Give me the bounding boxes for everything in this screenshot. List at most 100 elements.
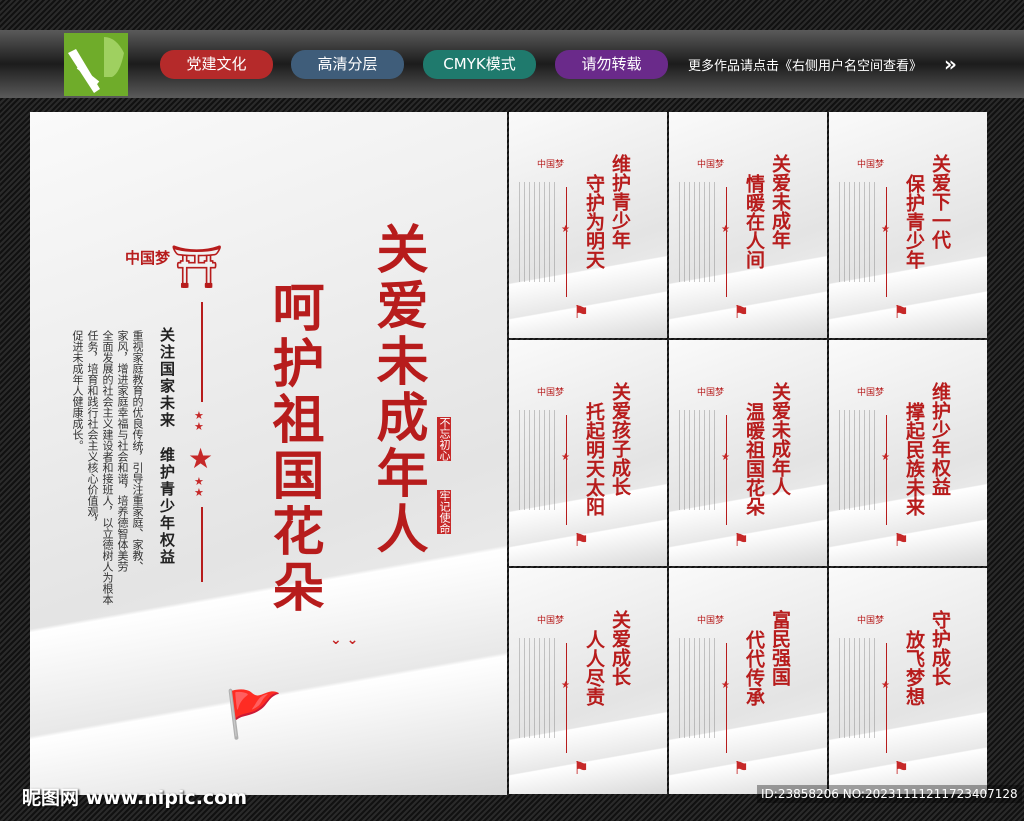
divider-line <box>726 187 727 297</box>
marching-figures-icon: ⚑ <box>893 302 910 323</box>
star-icon: ★ <box>881 452 890 463</box>
star-icon: ★ <box>721 680 730 691</box>
mini-poster: 关爱未成年 情暖在人间 中国梦 ★ ⚑ <box>669 112 827 338</box>
body-line: 促进未成年人健康成长。 <box>71 330 84 451</box>
tiananmen-ribbon-icon: ⛩ <box>170 242 224 291</box>
main-title-line1: 关爱未成年人 <box>367 222 428 558</box>
body-text-block <box>519 182 559 282</box>
divider-line <box>566 643 567 753</box>
mini-title-line1: 富民强国 <box>769 610 791 686</box>
marching-figures-icon: ⚑ <box>733 530 750 551</box>
mini-poster: 关爱成长 人人尽责 中国梦 ★ ⚑ <box>509 568 667 794</box>
marching-figures-icon: ⚑ <box>893 530 910 551</box>
mini-title-line1: 关爱未成年人 <box>769 382 791 496</box>
subtitle-line2: 维护青少年权益 <box>158 447 176 566</box>
image-id-label: ID:23858206 NO:20231111211723407128 <box>757 785 1022 803</box>
mini-poster: 维护青少年 守护为明天 中国梦 ★ ⚑ <box>509 112 667 338</box>
mini-poster: 维护少年权益 撑起民族未来 中国梦 ★ ⚑ <box>829 340 987 566</box>
double-chevron-right-icon[interactable]: » <box>944 52 957 76</box>
star-icon: ★ <box>881 680 890 691</box>
marching-figures-icon: ⚑ <box>733 302 750 323</box>
star-icon: ★ <box>721 452 730 463</box>
china-dream-logo: 中国梦 <box>125 249 171 267</box>
china-dream-logo-icon: 中国梦 <box>537 160 565 170</box>
body-text-block <box>519 410 559 510</box>
star-icon: ★ ★ <box>194 475 204 499</box>
mini-title-line2: 保护青少年 <box>903 174 925 269</box>
mini-title-line2: 托起明天太阳 <box>583 402 605 516</box>
mini-title-line1: 守护成长 <box>929 610 951 686</box>
corel-logo-icon <box>64 33 128 96</box>
star-icon: ★ <box>561 452 570 463</box>
divider-line <box>886 643 887 753</box>
marching-figures-icon: ⚑ <box>573 530 590 551</box>
tag-cmyk: CMYK模式 <box>423 50 536 79</box>
china-dream-logo-icon: 中国梦 <box>697 388 725 398</box>
star-icon: ★ <box>561 680 570 691</box>
china-dream-logo-icon: 中国梦 <box>697 160 725 170</box>
mini-title-line1: 维护少年权益 <box>929 382 951 496</box>
china-dream-logo-icon: 中国梦 <box>537 388 565 398</box>
body-text-block <box>839 410 879 510</box>
tag-hd-layers: 高清分层 <box>291 50 404 79</box>
tag-party-culture: 党建文化 <box>160 50 273 79</box>
mini-poster: 关爱下一代 保护青少年 中国梦 ★ ⚑ <box>829 112 987 338</box>
big-star-icon: ★ <box>188 442 214 475</box>
china-dream-logo-icon: 中国梦 <box>857 388 885 398</box>
body-line: 重视家庭教育的优良传统，引导注重家庭、家教、 <box>131 330 144 572</box>
body-line: 任务，培育和践行社会主义核心价值观， <box>86 330 99 528</box>
mini-title-line2: 守护为明天 <box>583 174 605 269</box>
mini-poster: 守护成长 放飞梦想 中国梦 ★ ⚑ <box>829 568 987 794</box>
mini-poster: 富民强国 代代传承 中国梦 ★ ⚑ <box>669 568 827 794</box>
divider-line <box>201 302 203 402</box>
mini-title-line2: 温暖祖国花朵 <box>743 402 765 516</box>
mini-title-line1: 维护青少年 <box>609 154 631 249</box>
body-text-block <box>679 410 719 510</box>
body-text-block <box>839 638 879 738</box>
marching-figures-icon: ⚑ <box>573 758 590 779</box>
star-icon: ★ <box>881 224 890 235</box>
mini-title-line1: 关爱下一代 <box>929 154 951 249</box>
mini-title-line2: 人人尽责 <box>583 630 605 706</box>
marching-figures-icon: ⚑ <box>893 758 910 779</box>
divider-line <box>726 415 727 525</box>
body-paragraph: 重视家庭教育的优良传统，引导注重家庭、家教、 家风，增进家庭幸福与社会和谐，培养… <box>70 330 145 660</box>
nipic-watermark: 昵图网 www.nipic.com <box>22 787 248 809</box>
star-icon: ★ <box>561 224 570 235</box>
china-dream-logo-icon: 中国梦 <box>537 616 565 626</box>
seal-remember-mission: 牢记使命 <box>437 490 451 534</box>
china-dream-logo-icon: 中国梦 <box>857 160 885 170</box>
body-text-block <box>679 638 719 738</box>
divider-line <box>566 415 567 525</box>
mini-title-line1: 关爱未成年 <box>769 154 791 249</box>
marching-figures-icon: ⚑ <box>733 758 750 779</box>
mini-title-line1: 关爱成长 <box>609 610 631 686</box>
divider-line <box>886 415 887 525</box>
seal-stay-true: 不忘初心 <box>437 417 451 461</box>
marching-figures-icon: 🚩 <box>225 687 283 741</box>
star-icon: ★ <box>721 224 730 235</box>
body-line: 家风，增进家庭幸福与社会和谐，培养德智体美劳 <box>116 330 129 572</box>
main-poster: 关爱未成年人 呵护祖国花朵 中国梦 ⛩ ★ ★ ★ ★ ★ 关注国家未来 维护青少年… <box>30 112 507 795</box>
mini-title-line2: 撑起民族未来 <box>903 402 925 516</box>
body-text-block <box>519 638 559 738</box>
mini-title-line1: 关爱孩子成长 <box>609 382 631 496</box>
body-text-block <box>839 182 879 282</box>
marching-figures-icon: ⚑ <box>573 302 590 323</box>
divider-line <box>886 187 887 297</box>
mini-title-line2: 代代传承 <box>743 630 765 706</box>
birds-icon: ⌄ ⌄ <box>330 632 359 648</box>
divider-line <box>201 507 203 582</box>
mini-poster: 关爱孩子成长 托起明天太阳 中国梦 ★ ⚑ <box>509 340 667 566</box>
body-line: 全面发展的社会主义建设者和接班人，以立德树人为根本 <box>101 330 114 605</box>
mini-poster: 关爱未成年人 温暖祖国花朵 中国梦 ★ ⚑ <box>669 340 827 566</box>
china-dream-logo-icon: 中国梦 <box>857 616 885 626</box>
mini-title-line2: 情暖在人间 <box>743 174 765 269</box>
body-text-block <box>679 182 719 282</box>
more-works-link[interactable]: 更多作品请点击《右侧用户名空间查看》 <box>688 55 922 74</box>
mini-title-line2: 放飞梦想 <box>903 630 925 706</box>
main-title-line2: 呵护祖国花朵 <box>263 280 324 616</box>
china-dream-logo-icon: 中国梦 <box>697 616 725 626</box>
star-icon: ★ ★ <box>194 409 204 433</box>
tag-no-repost: 请勿转载 <box>555 50 668 79</box>
